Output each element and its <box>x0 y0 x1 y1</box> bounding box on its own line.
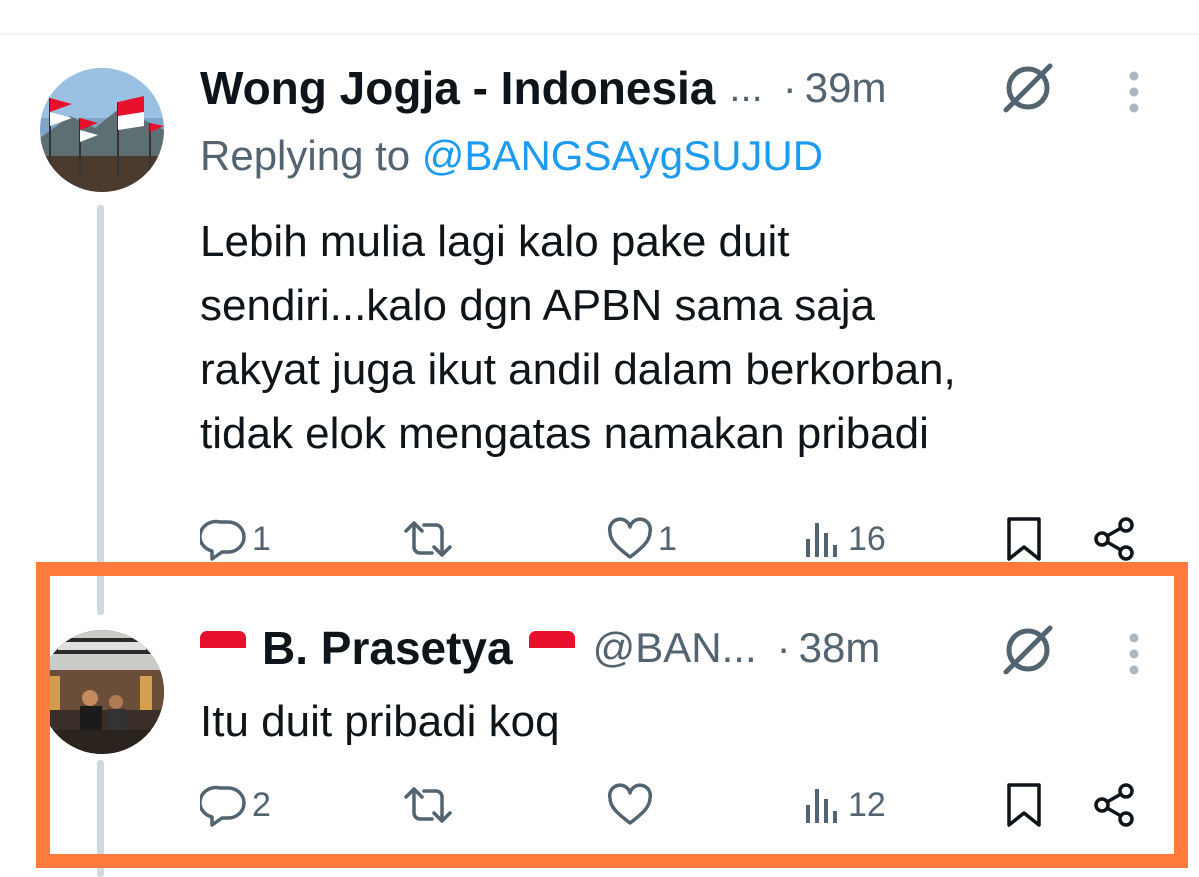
grok-icon[interactable] <box>1000 60 1056 116</box>
views-button[interactable]: 16 <box>804 514 886 564</box>
tweet-text: Lebih mulia lagi kalo pake duit sendiri.… <box>200 210 956 466</box>
separator-dot: · <box>782 64 797 111</box>
tweet-text-line: Lebih mulia lagi kalo pake duit <box>200 217 790 266</box>
reply-count: 1 <box>252 519 271 558</box>
reply-mention-link[interactable]: @BANGSAygSUJUD <box>422 132 823 179</box>
action-bar: 1 1 16 <box>200 514 1150 564</box>
share-button[interactable] <box>1090 514 1138 564</box>
avatar[interactable] <box>40 68 164 192</box>
retweet-icon <box>404 521 452 557</box>
highlight-box <box>36 562 1188 868</box>
views-icon <box>806 523 837 557</box>
retweet-button[interactable] <box>400 514 460 564</box>
replying-to: Replying to @BANGSAygSUJUD <box>200 132 823 180</box>
top-divider <box>0 33 1199 35</box>
timestamp[interactable]: 39m <box>805 64 887 112</box>
like-count: 1 <box>658 519 677 558</box>
tweet-text-line: rakyat juga ikut andil dalam berkorban, <box>200 345 956 394</box>
reply-button[interactable]: 1 <box>200 514 271 564</box>
like-button[interactable]: 1 <box>606 514 677 564</box>
more-icon[interactable] <box>1128 70 1140 114</box>
view-count: 16 <box>848 519 886 558</box>
like-icon <box>607 517 653 559</box>
share-icon <box>1094 517 1134 561</box>
name-ellipsis: ... <box>729 65 763 110</box>
bookmark-button[interactable] <box>1004 514 1044 564</box>
display-name[interactable]: Wong Jogja - Indonesia <box>200 61 715 115</box>
replying-to-label: Replying to <box>200 132 411 179</box>
bookmark-icon <box>1007 517 1041 561</box>
thread-line <box>97 205 104 615</box>
tweet-text-line: tidak elok mengatas namakan pribadi <box>200 409 929 458</box>
reply-icon <box>200 519 246 561</box>
tweet-text-line: sendiri...kalo dgn APBN sama saja <box>200 281 876 330</box>
